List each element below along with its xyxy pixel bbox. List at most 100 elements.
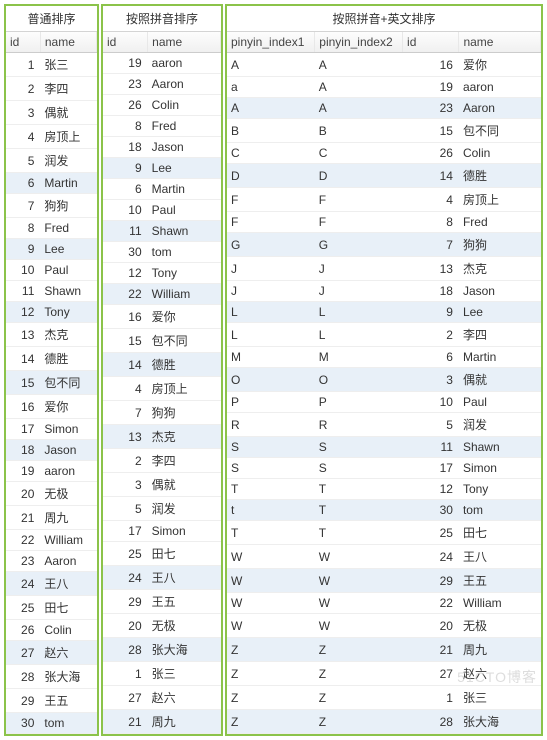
table-row[interactable]: 1张三 [103, 662, 221, 686]
table-row[interactable]: AA23Aaron [227, 98, 541, 119]
table-row[interactable]: 17Simon [103, 521, 221, 542]
table-row[interactable]: 25田七 [103, 542, 221, 566]
table-row[interactable]: 26Colin [103, 95, 221, 116]
table-row[interactable]: 9Lee [103, 158, 221, 179]
table-row[interactable]: 8Fred [103, 116, 221, 137]
table-row[interactable]: 22William [6, 530, 97, 551]
table-row[interactable]: 6Martin [6, 173, 97, 194]
table-row[interactable]: WW20无极 [227, 614, 541, 638]
table-row[interactable]: aA19aaron [227, 77, 541, 98]
table-row[interactable]: 2李四 [6, 77, 97, 101]
table-row[interactable]: 15包不同 [103, 329, 221, 353]
table-row[interactable]: 28张大海 [6, 665, 97, 689]
table-row[interactable]: 1张三 [6, 53, 97, 77]
table-row[interactable]: 18Jason [103, 137, 221, 158]
table-row[interactable]: WW22William [227, 593, 541, 614]
table-row[interactable]: 18Jason [6, 440, 97, 461]
table-row[interactable]: 17Simon [6, 419, 97, 440]
table-row[interactable]: 16爱你 [6, 395, 97, 419]
table-row[interactable]: 27赵六 [103, 686, 221, 710]
table-row[interactable]: SS17Simon [227, 458, 541, 479]
table-row[interactable]: 7狗狗 [6, 194, 97, 218]
table-row[interactable]: 28张大海 [103, 638, 221, 662]
table-row[interactable]: 30tom [6, 713, 97, 734]
table-row[interactable]: ZZ21周九 [227, 638, 541, 662]
table-row[interactable]: 20无极 [103, 614, 221, 638]
table-row[interactable]: 4房顶上 [6, 125, 97, 149]
table-row[interactable]: WW24王八 [227, 545, 541, 569]
table-row[interactable]: 16爱你 [103, 305, 221, 329]
table-row[interactable]: 24王八 [103, 566, 221, 590]
table-row[interactable]: 11Shawn [103, 221, 221, 242]
table-row[interactable]: 27赵六 [6, 641, 97, 665]
table-row[interactable]: 23Aaron [6, 551, 97, 572]
table-row[interactable]: 24王八 [6, 572, 97, 596]
table-row[interactable]: 15包不同 [6, 371, 97, 395]
table-row[interactable]: 29王五 [6, 689, 97, 713]
table-row[interactable]: 4房顶上 [103, 377, 221, 401]
table-row[interactable]: 11Shawn [6, 281, 97, 302]
table-row[interactable]: 23Aaron [103, 74, 221, 95]
column-header[interactable]: id [403, 32, 459, 53]
table-row[interactable]: DD14德胜 [227, 164, 541, 188]
table-row[interactable]: 2李四 [103, 449, 221, 473]
table-row[interactable]: 8Fred [6, 218, 97, 239]
table-row[interactable]: 14德胜 [6, 347, 97, 371]
table-row[interactable]: 12Tony [103, 263, 221, 284]
table-row[interactable]: BB15包不同 [227, 119, 541, 143]
table-row[interactable]: 13杰克 [103, 425, 221, 449]
table-row[interactable]: TT25田七 [227, 521, 541, 545]
cell-p2: F [315, 188, 403, 212]
table-row[interactable]: 30tom [103, 242, 221, 263]
table-row[interactable]: 29王五 [103, 590, 221, 614]
table-row[interactable]: 7狗狗 [103, 401, 221, 425]
table-row[interactable]: 3偶就 [103, 473, 221, 497]
table-row[interactable]: 3偶就 [6, 101, 97, 125]
column-header[interactable]: pinyin_index1 [227, 32, 315, 53]
column-header[interactable]: name [148, 32, 221, 53]
table-row[interactable]: 9Lee [6, 239, 97, 260]
table-row[interactable]: 21周九 [103, 710, 221, 734]
table-row[interactable]: RR5润发 [227, 413, 541, 437]
table-row[interactable]: 21周九 [6, 506, 97, 530]
table-row[interactable]: LL2李四 [227, 323, 541, 347]
table-row[interactable]: PP10Paul [227, 392, 541, 413]
table-row[interactable]: AA16爱你 [227, 53, 541, 77]
table-row[interactable]: CC26Colin [227, 143, 541, 164]
table-row[interactable]: OO3偶就 [227, 368, 541, 392]
table-row[interactable]: 22William [103, 284, 221, 305]
table-row[interactable]: 26Colin [6, 620, 97, 641]
table-row[interactable]: 6Martin [103, 179, 221, 200]
table-row[interactable]: 25田七 [6, 596, 97, 620]
table-row[interactable]: 19aaron [103, 53, 221, 74]
table-row[interactable]: 20无极 [6, 482, 97, 506]
table-row[interactable]: WW29王五 [227, 569, 541, 593]
column-header[interactable]: id [103, 32, 148, 53]
table-row[interactable]: tT30tom [227, 500, 541, 521]
column-header[interactable]: name [40, 32, 96, 53]
table-row[interactable]: 13杰克 [6, 323, 97, 347]
table-row[interactable]: 5润发 [103, 497, 221, 521]
cell-id: 12 [403, 479, 459, 500]
table-row[interactable]: ZZ27赵六 [227, 662, 541, 686]
table-row[interactable]: 10Paul [6, 260, 97, 281]
table-row[interactable]: JJ13杰克 [227, 257, 541, 281]
table-row[interactable]: 12Tony [6, 302, 97, 323]
table-row[interactable]: 5润发 [6, 149, 97, 173]
table-row[interactable]: ZZ1张三 [227, 686, 541, 710]
column-header[interactable]: id [6, 32, 40, 53]
table-row[interactable]: GG7狗狗 [227, 233, 541, 257]
table-row[interactable]: MM6Martin [227, 347, 541, 368]
table-row[interactable]: 10Paul [103, 200, 221, 221]
table-row[interactable]: ZZ28张大海 [227, 710, 541, 734]
table-row[interactable]: FF4房顶上 [227, 188, 541, 212]
table-row[interactable]: JJ18Jason [227, 281, 541, 302]
table-row[interactable]: SS11Shawn [227, 437, 541, 458]
table-row[interactable]: TT12Tony [227, 479, 541, 500]
table-row[interactable]: FF8Fred [227, 212, 541, 233]
column-header[interactable]: pinyin_index2 [315, 32, 403, 53]
table-row[interactable]: 14德胜 [103, 353, 221, 377]
column-header[interactable]: name [459, 32, 541, 53]
table-row[interactable]: 19aaron [6, 461, 97, 482]
table-row[interactable]: LL9Lee [227, 302, 541, 323]
